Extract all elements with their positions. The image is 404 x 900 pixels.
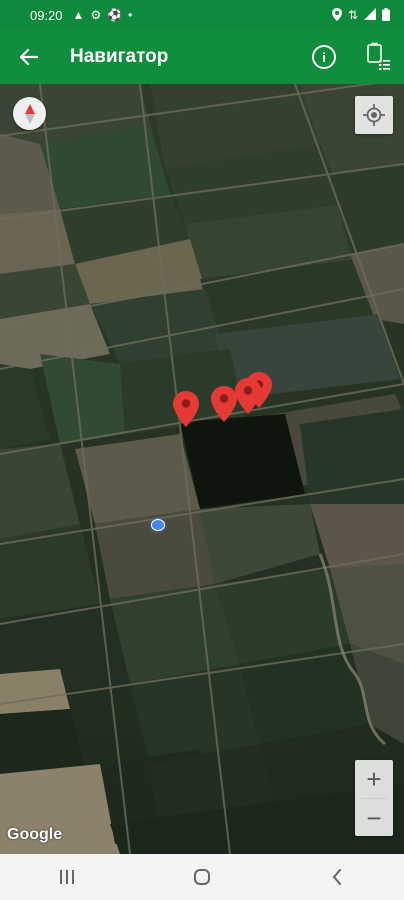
home-icon: [193, 869, 210, 885]
compass-button[interactable]: [13, 97, 46, 130]
back-icon: [332, 869, 341, 885]
gear-icon: ⚙: [90, 8, 102, 22]
crosshair-icon: [363, 104, 385, 126]
compass-icon: [24, 103, 35, 124]
arrow-left-icon: [20, 49, 38, 65]
current-location-dot: [151, 519, 165, 531]
dot-icon: •: [128, 8, 133, 22]
zoom-in-button[interactable]: +: [355, 760, 393, 798]
app-bar: Навигатор i: [0, 30, 404, 84]
info-icon: i: [322, 49, 326, 65]
map-marker[interactable]: [173, 391, 199, 427]
info-button[interactable]: i: [312, 45, 336, 69]
status-left: 09:20 ▲ ⚙ ⚽ •: [30, 8, 132, 23]
location-icon: [331, 7, 342, 23]
data-transfer-icon: ⇅: [347, 8, 358, 22]
signal-icon: [364, 8, 376, 22]
map-marker[interactable]: [235, 378, 261, 414]
my-location-button[interactable]: [355, 96, 393, 134]
zoom-out-button[interactable]: −: [355, 799, 393, 837]
soccer-ball-icon: ⚽: [107, 8, 123, 22]
status-right: ⇅: [331, 7, 390, 23]
navigation-icon: ▲: [72, 8, 85, 22]
home-button[interactable]: [172, 857, 232, 897]
page-title: Навигатор: [70, 46, 169, 67]
recent-apps-icon: [60, 870, 75, 884]
battery-icon: [382, 7, 390, 23]
back-button[interactable]: [12, 40, 46, 74]
satellite-map[interactable]: [0, 84, 404, 854]
system-nav-bar: [0, 854, 404, 900]
zoom-controls: + −: [355, 760, 393, 836]
map-marker[interactable]: [211, 386, 237, 422]
system-back-button[interactable]: [307, 857, 367, 897]
status-time: 09:20: [30, 7, 63, 23]
status-bar: 09:20 ▲ ⚙ ⚽ • ⇅: [0, 0, 404, 30]
satellite-imagery: [0, 84, 404, 854]
google-attribution: Google: [7, 826, 63, 843]
recent-apps-button[interactable]: [37, 857, 97, 897]
checklist-button[interactable]: [366, 42, 392, 72]
checklist-icon: [367, 42, 390, 70]
